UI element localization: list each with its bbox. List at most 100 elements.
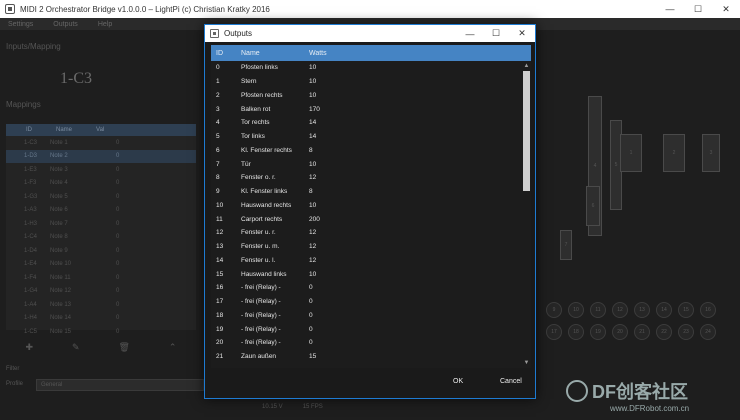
close-button[interactable]: ✕ <box>712 0 740 18</box>
dialog-close-button[interactable]: ✕ <box>509 25 535 42</box>
table-row[interactable]: 6 Kl. Fenster rechts 8 <box>211 144 531 158</box>
plan-circle[interactable]: 10 <box>568 302 584 318</box>
menu-help[interactable]: Help <box>98 21 112 28</box>
plan-circle[interactable]: 14 <box>656 302 672 318</box>
cell-id: 7 <box>216 160 220 168</box>
plan-circle[interactable]: 22 <box>656 324 672 340</box>
plan-circle[interactable]: 9 <box>546 302 562 318</box>
table-row[interactable]: 16 - frei (Relay) - 0 <box>211 281 531 295</box>
menu-outputs[interactable]: Outputs <box>53 21 78 28</box>
cell-watts: 0 <box>309 311 313 319</box>
list-item[interactable]: 1-D4 Note 9 0 <box>6 244 196 258</box>
list-item[interactable]: 1-E4 Note 10 0 <box>6 258 196 272</box>
column-header-watts[interactable]: Watts <box>309 50 349 57</box>
table-row[interactable]: 17 - frei (Relay) - 0 <box>211 295 531 309</box>
minimize-button[interactable]: — <box>656 0 684 18</box>
list-item[interactable]: 1-H4 Note 14 0 <box>6 312 196 326</box>
plan-circle[interactable]: 17 <box>546 324 562 340</box>
profile-select[interactable]: General <box>36 379 204 391</box>
scroll-thumb[interactable] <box>523 71 530 191</box>
plan-circle[interactable]: 19 <box>590 324 606 340</box>
table-row[interactable]: 13 Fenster u. m. 12 <box>211 240 531 254</box>
list-cell-val: 0 <box>116 166 120 173</box>
plan-circle[interactable]: 11 <box>590 302 606 318</box>
list-cell-id: 1-H3 <box>24 220 38 227</box>
plan-circle[interactable]: 21 <box>634 324 650 340</box>
list-item[interactable]: 1-G4 Note 12 0 <box>6 285 196 299</box>
list-cell-name: Note 12 <box>50 288 72 295</box>
table-row[interactable]: 18 - frei (Relay) - 0 <box>211 309 531 323</box>
table-row[interactable]: 20 - frei (Relay) - 0 <box>211 336 531 350</box>
edit-icon[interactable]: ✎ <box>72 342 80 354</box>
table-row[interactable]: 8 Fenster o. r. 12 <box>211 171 531 185</box>
plan-element[interactable]: 1 <box>620 134 642 172</box>
plan-circle[interactable]: 12 <box>612 302 628 318</box>
table-row[interactable]: 9 Kl. Fenster links 8 <box>211 185 531 199</box>
plan-circle[interactable]: 13 <box>634 302 650 318</box>
plan-element[interactable]: 6 <box>586 186 600 226</box>
list-cell-val: 0 <box>116 247 120 254</box>
outputs-grid[interactable]: ID Name Watts 0 Pfosten links 10 1 Stern 10 2 P… <box>211 45 531 368</box>
cell-name: Tor links <box>241 133 265 141</box>
scroll-up-icon[interactable]: ▲ <box>522 61 531 71</box>
cell-id: 14 <box>216 256 224 264</box>
vertical-scrollbar[interactable]: ▲ ▼ <box>522 61 531 368</box>
list-item[interactable]: 1-C5 Note 15 0 <box>6 325 196 339</box>
add-icon[interactable]: ✚ <box>25 342 33 354</box>
list-item[interactable]: 1-C4 Note 8 0 <box>6 231 196 245</box>
list-cell-id: 1-C4 <box>24 234 38 241</box>
cell-watts: 12 <box>309 256 317 264</box>
table-row[interactable]: 1 Stern 10 <box>211 75 531 89</box>
table-row[interactable]: 7 Tür 10 <box>211 157 531 171</box>
table-row[interactable]: 19 - frei (Relay) - 0 <box>211 322 531 336</box>
mapping-col-id[interactable]: ID <box>26 127 32 133</box>
cell-watts: 0 <box>309 325 313 333</box>
plan-element[interactable]: 2 <box>663 134 685 172</box>
table-row[interactable]: 21 Zaun außen 15 <box>211 350 531 364</box>
mapping-list[interactable]: ID Name Val 1-C3 Note 1 0 1-D3 Note 2 0 1-E3 No… <box>6 124 196 335</box>
plan-circle[interactable]: 23 <box>678 324 694 340</box>
list-item[interactable]: 1-F4 Note 11 0 <box>6 271 196 285</box>
cell-id: 8 <box>216 174 220 182</box>
column-header-name[interactable]: Name <box>241 50 309 57</box>
plan-circle[interactable]: 24 <box>700 324 716 340</box>
dialog-maximize-button[interactable]: ☐ <box>483 25 509 42</box>
plan-circle[interactable]: 15 <box>678 302 694 318</box>
table-row[interactable]: 11 Carport rechts 200 <box>211 212 531 226</box>
menu-settings[interactable]: Settings <box>8 21 33 28</box>
plan-element[interactable]: 7 <box>560 230 572 260</box>
cell-id: 20 <box>216 339 224 347</box>
ok-button[interactable]: OK <box>453 378 463 385</box>
dialog-minimize-button[interactable]: — <box>457 25 483 42</box>
mapping-col-val[interactable]: Val <box>96 127 104 133</box>
list-item[interactable]: 1-G3 Note 5 0 <box>6 190 196 204</box>
list-item[interactable]: 1-F3 Note 4 0 <box>6 177 196 191</box>
list-item[interactable]: 1-D3 Note 2 0 <box>6 149 196 163</box>
cell-name: - frei (Relay) - <box>241 298 281 306</box>
table-row[interactable]: 14 Fenster u. l. 12 <box>211 254 531 268</box>
table-row[interactable]: 2 Pfosten rechts 10 <box>211 89 531 103</box>
up-icon[interactable]: ⌃ <box>169 342 177 354</box>
cancel-button[interactable]: Cancel <box>500 378 522 385</box>
table-row[interactable]: 12 Fenster u. r. 12 <box>211 226 531 240</box>
plan-circle[interactable]: 18 <box>568 324 584 340</box>
delete-icon[interactable]: 🗑 <box>119 342 130 354</box>
plan-circle[interactable]: 16 <box>700 302 716 318</box>
table-row[interactable]: 3 Balken rot 170 <box>211 102 531 116</box>
plan-circle[interactable]: 20 <box>612 324 628 340</box>
list-item[interactable]: 1-E3 Note 3 0 <box>6 163 196 177</box>
list-item[interactable]: 1-C3 Note 1 0 <box>6 136 196 150</box>
table-row[interactable]: 5 Tor links 14 <box>211 130 531 144</box>
maximize-button[interactable]: ☐ <box>684 0 712 18</box>
mapping-col-name[interactable]: Name <box>56 127 72 133</box>
table-row[interactable]: 4 Tor rechts 14 <box>211 116 531 130</box>
mapping-toolbar: ✚ ✎ 🗑 ⌃ <box>6 342 196 354</box>
table-row[interactable]: 10 Hauswand rechts 10 <box>211 199 531 213</box>
list-item[interactable]: 1-H3 Note 7 0 <box>6 217 196 231</box>
plan-element[interactable]: 3 <box>702 134 720 172</box>
column-header-id[interactable]: ID <box>211 50 241 57</box>
table-row[interactable]: 15 Hauswand links 10 <box>211 267 531 281</box>
list-item[interactable]: 1-A3 Note 6 0 <box>6 204 196 218</box>
table-row[interactable]: 0 Pfosten links 10 <box>211 61 531 75</box>
list-item[interactable]: 1-A4 Note 13 0 <box>6 298 196 312</box>
